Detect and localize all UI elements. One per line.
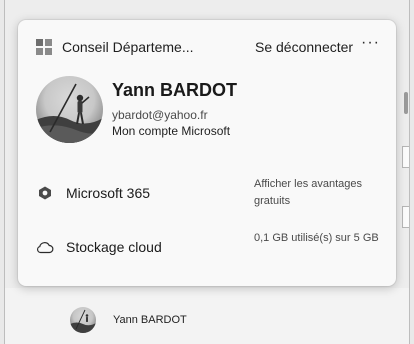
account-flyout: Conseil Départeme... Se déconnecter ··· …: [18, 20, 396, 286]
window-frame-right: [409, 0, 410, 344]
background-edge-element: [402, 206, 409, 228]
avatar: [70, 307, 96, 333]
free-benefits-link[interactable]: Afficher les avantages gratuits: [254, 176, 382, 210]
user-email: ybardot@yahoo.fr: [112, 108, 208, 122]
signout-button[interactable]: Se déconnecter: [255, 39, 353, 55]
avatar: [36, 76, 103, 143]
organization-name: Conseil Départeme...: [62, 39, 194, 55]
cloud-storage-label: Stockage cloud: [66, 239, 162, 255]
user-name: Yann BARDOT: [112, 80, 238, 100]
storage-usage-text: 0,1 GB utilisé(s) sur 5 GB: [254, 232, 379, 244]
flyout-header: Conseil Départeme... Se déconnecter ···: [36, 34, 382, 57]
more-options-icon[interactable]: ···: [361, 34, 380, 52]
microsoft-account-link[interactable]: Mon compte Microsoft: [112, 124, 230, 138]
cloud-storage-row[interactable]: Stockage cloud 0,1 GB utilisé(s) sur 5 G…: [36, 230, 380, 266]
taskbar-user-name: Yann BARDOT: [113, 314, 187, 326]
microsoft365-label: Microsoft 365: [66, 185, 151, 201]
cloud-icon: [36, 238, 54, 256]
microsoft365-row[interactable]: Microsoft 365 Afficher les avantages gra…: [36, 176, 380, 212]
start-menu-user-button[interactable]: Yann BARDOT: [70, 307, 187, 333]
profile-section: Yann BARDOT ybardot@yahoo.fr Mon compte …: [36, 76, 376, 156]
background-edge-element: [402, 146, 409, 168]
background-edge-element: [404, 92, 408, 114]
organization-logo-icon: [36, 39, 52, 55]
start-menu-footer: [5, 288, 409, 344]
microsoft365-icon: [36, 184, 54, 202]
